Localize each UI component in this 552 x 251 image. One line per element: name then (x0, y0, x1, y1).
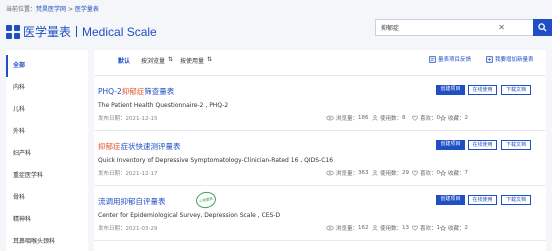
page-title: 医学量表 Medical Scale (23, 23, 157, 40)
scale-title-link[interactable]: 抑郁症症状快速测评量表 (98, 141, 181, 152)
sidebar-item-psychiatry[interactable]: 精神科 (6, 209, 88, 231)
scale-list-panel: 默认 按浏览量 ⇅ 按使用量 ⇅ 量表项目反馈 我要增加新量表 PHQ-2抑郁症… (94, 50, 546, 251)
scale-title-link[interactable]: 流调用抑郁自评量表 (98, 196, 166, 207)
plus-icon (486, 55, 493, 63)
list-item: PHQ-2抑郁症筛查量表 The Patient Health Question… (94, 75, 546, 130)
heart-icon (412, 225, 418, 231)
likes-stat[interactable]: 喜欢： 1 (412, 224, 440, 232)
create-project-button[interactable]: 创建项目 (436, 195, 465, 205)
eye-icon (326, 170, 334, 176)
breadcrumb: 当前位置：梵昊医学网 > 医学量表 (6, 4, 99, 13)
search-icon (538, 23, 547, 32)
sort-by-usage-arrow-icon[interactable]: ⇅ (207, 56, 212, 63)
favorites-stat[interactable]: 收藏： 2 (440, 114, 468, 122)
feedback-label: 量表项目反馈 (438, 57, 472, 63)
sort-by-usage[interactable]: 按使用量 (180, 56, 204, 65)
views-stat: 浏览量： 363 (326, 169, 369, 177)
sidebar-item-orthopedics[interactable]: 骨科 (6, 187, 88, 209)
feedback-icon (429, 55, 436, 63)
page-title-cn: 医学量表 (23, 25, 72, 39)
scale-english-name: The Patient Health Questionnaire-2 , PHQ… (98, 102, 229, 109)
usage-stat: 使用数： 29 (372, 169, 409, 177)
heart-icon (412, 170, 418, 176)
search-input[interactable] (376, 20, 496, 35)
row-divider (94, 185, 546, 186)
create-project-button[interactable]: 创建项目 (436, 140, 465, 150)
page-logo: 医学量表 Medical Scale (6, 23, 157, 40)
eye-icon (326, 115, 334, 121)
publish-date: 发布日期：2021-12-17 (98, 171, 158, 177)
favorites-stat[interactable]: 收藏： 7 (440, 169, 468, 177)
favorites-stat[interactable]: 收藏： 2 (440, 224, 468, 232)
list-item: 流调用抑郁自评量表 心理量表 Center for Epidemiologica… (94, 185, 546, 240)
category-sidebar: 全部 内科 儿科 外科 妇产科 重症医学科 骨科 精神科 耳鼻咽喉头颈科 (6, 50, 88, 251)
feedback-button[interactable]: 量表项目反馈 (429, 55, 471, 63)
likes-stat[interactable]: 喜欢： 0 (412, 169, 440, 177)
title-divider (76, 26, 78, 37)
star-icon (440, 170, 446, 176)
sort-by-views-arrow-icon[interactable]: ⇅ (168, 56, 173, 63)
star-icon (440, 225, 446, 231)
page-title-en: Medical Scale (82, 25, 157, 39)
breadcrumb-site-link[interactable]: 梵昊医学网 (36, 6, 66, 13)
views-stat: 浏览量： 162 (326, 224, 369, 232)
scale-english-name: Center for Epidemiological Survey, Depre… (98, 212, 281, 219)
sidebar-item-critical-care[interactable]: 重症医学科 (6, 165, 88, 187)
page-header: 医学量表 Medical Scale ✕ (6, 17, 552, 41)
row-divider (94, 130, 546, 131)
add-scale-button[interactable]: 我要增加新量表 (486, 55, 534, 63)
publish-date: 发布日期：2021-03-29 (98, 226, 158, 232)
sort-by-views[interactable]: 按浏览量 (141, 56, 165, 65)
breadcrumb-separator: > (66, 6, 75, 13)
row-divider (94, 240, 546, 241)
user-icon (372, 225, 378, 231)
breadcrumb-prefix: 当前位置： (6, 6, 37, 13)
list-item: 抑郁症症状快速测评量表 Quick Inventory of Depressiv… (94, 130, 546, 185)
filter-bar: 默认 按浏览量 ⇅ 按使用量 ⇅ 量表项目反馈 我要增加新量表 (94, 50, 546, 70)
publish-date: 发布日期：2021-12-15 (98, 116, 158, 122)
download-doc-button[interactable]: 下载文档 (501, 140, 531, 150)
sidebar-item-pediatrics[interactable]: 儿科 (6, 99, 88, 121)
heart-icon (412, 115, 418, 121)
usage-stat: 使用数： 8 (372, 114, 406, 122)
psych-scale-stamp: 心理量表 (194, 190, 218, 210)
likes-stat[interactable]: 喜欢： 0 (412, 114, 440, 122)
usage-stat: 使用数： 13 (372, 224, 409, 232)
eye-icon (326, 225, 334, 231)
scale-title-link[interactable]: PHQ-2抑郁症筛查量表 (98, 86, 174, 97)
search-button[interactable] (533, 19, 552, 36)
online-use-button[interactable]: 在线使用 (468, 85, 497, 95)
search-box: ✕ (375, 19, 534, 36)
online-use-button[interactable]: 在线使用 (468, 140, 497, 150)
online-use-button[interactable]: 在线使用 (468, 195, 497, 205)
user-icon (372, 170, 378, 176)
download-doc-button[interactable]: 下载文档 (501, 195, 531, 205)
sidebar-item-all[interactable]: 全部 (6, 55, 88, 77)
sort-default[interactable]: 默认 (118, 56, 130, 65)
breadcrumb-current[interactable]: 医学量表 (75, 6, 99, 13)
download-doc-button[interactable]: 下载文档 (501, 85, 531, 95)
sidebar-item-internal-medicine[interactable]: 内科 (6, 77, 88, 99)
views-stat: 浏览量： 186 (326, 114, 369, 122)
sidebar-item-obstetrics[interactable]: 妇产科 (6, 143, 88, 165)
user-icon (372, 115, 378, 121)
add-scale-label: 我要增加新量表 (495, 57, 534, 63)
star-icon (440, 115, 446, 121)
create-project-button[interactable]: 创建项目 (436, 85, 465, 95)
scale-english-name: Quick Inventory of Depressive Symptomato… (98, 157, 334, 164)
clear-search-icon[interactable]: ✕ (498, 22, 505, 33)
row-divider (94, 75, 546, 76)
grid-icon (6, 24, 20, 39)
sidebar-item-ent[interactable]: 耳鼻咽喉头颈科 (6, 231, 88, 251)
sidebar-item-surgery[interactable]: 外科 (6, 121, 88, 143)
